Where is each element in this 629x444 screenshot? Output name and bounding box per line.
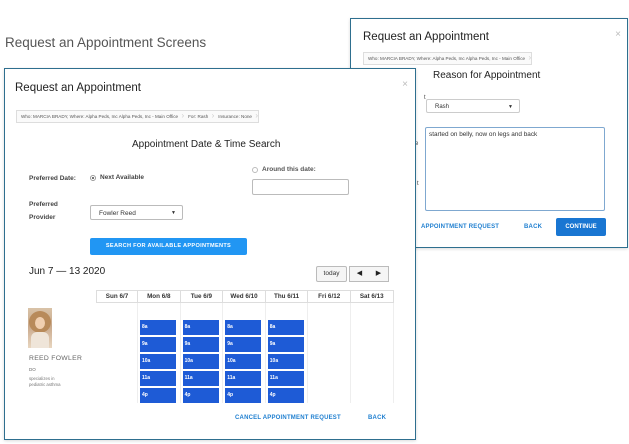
next-available-label: Next Available: [100, 174, 144, 181]
appointment-slot[interactable]: 4p: [140, 388, 176, 403]
next-week-button[interactable]: ▶: [369, 266, 389, 282]
appointment-slot[interactable]: 11a: [140, 371, 176, 386]
provider-specialty: specializes in pediatric asthma: [29, 376, 61, 387]
around-date-input[interactable]: [252, 179, 349, 195]
appointment-slot[interactable]: 11a: [182, 371, 219, 386]
appointment-slot[interactable]: 10a: [140, 354, 176, 369]
week-range: Jun 7 — 13 2020: [29, 266, 106, 277]
appointment-slot[interactable]: 4p: [182, 388, 219, 403]
provider-credential: DO: [29, 367, 36, 372]
back-button[interactable]: BACK: [524, 224, 542, 230]
date-search-modal: Request an Appointment × Who: MARCIA BRA…: [4, 68, 416, 440]
appointment-slot[interactable]: 4p: [225, 388, 262, 403]
breadcrumb: Who: MARCIA BRADY, Where: Alpha Peds, In…: [16, 110, 259, 123]
provider-avatar: [28, 308, 52, 348]
continue-button[interactable]: CONTINUE: [556, 218, 606, 236]
calendar-day-column: 8a 9a 10a 11a 4p: [223, 303, 266, 403]
provider-select[interactable]: Fowler Reed ▼: [90, 205, 183, 220]
breadcrumb-for: For: Rash: [184, 111, 214, 122]
truncated-label: t: [417, 181, 419, 187]
chevron-down-icon: ▼: [171, 210, 176, 216]
preferred-date-label: Preferred Date:: [29, 175, 76, 182]
calendar-day-header: Mon 6/8: [138, 290, 181, 303]
reason-section-title: Reason for Appointment: [433, 70, 541, 81]
around-date-radio[interactable]: Around this date:: [252, 166, 316, 173]
chevron-down-icon: ▼: [508, 104, 513, 110]
calendar-grid: Sun 6/7 Mon 6/8 Tue 6/9 Wed 6/10 Thu 6/11 Fri…: [96, 290, 394, 403]
appointment-slot[interactable]: 9a: [182, 337, 219, 352]
reason-select-value: Rash: [435, 104, 450, 110]
breadcrumb-insurance: Insurance: None: [214, 111, 258, 122]
appointment-slot[interactable]: 11a: [267, 371, 304, 386]
calendar-day-column: 8a 9a 10a 11a 4p: [138, 303, 181, 403]
date-modal-title: Request an Appointment: [15, 82, 141, 94]
appointment-slot[interactable]: 8a: [182, 320, 219, 335]
reason-select[interactable]: Rash ▼: [426, 99, 520, 113]
appointment-slot[interactable]: 9a: [225, 337, 262, 352]
cancel-appointment-request-button[interactable]: APPOINTMENT REQUEST: [421, 224, 499, 230]
calendar-day-header: Sun 6/7: [96, 290, 138, 303]
calendar-day-column: [351, 303, 394, 403]
around-date-label: Around this date:: [262, 166, 316, 173]
cancel-appointment-request-button[interactable]: CANCEL APPOINTMENT REQUEST: [235, 415, 341, 421]
date-section-title: Appointment Date & Time Search: [132, 139, 281, 150]
next-available-radio[interactable]: Next Available: [90, 174, 144, 181]
appointment-slot[interactable]: 9a: [140, 337, 176, 352]
radio-unchecked-icon: [252, 166, 258, 173]
breadcrumb-who: Who: MARCIA BRADY, Where: Alpha Peds, In…: [364, 53, 531, 64]
prev-week-button[interactable]: ◀: [349, 266, 370, 282]
today-button[interactable]: today: [316, 266, 347, 282]
appointment-slot[interactable]: 10a: [267, 354, 304, 369]
appointment-slot[interactable]: 8a: [267, 320, 304, 335]
calendar-day-column: [96, 303, 138, 403]
search-appointments-button[interactable]: SEARCH FOR AVAILABLE APPOINTMENTS: [90, 238, 247, 255]
appointment-slot[interactable]: 10a: [225, 354, 262, 369]
calendar-day-header: Thu 6/11: [265, 290, 309, 303]
preferred-provider-label: Preferred: [29, 201, 58, 208]
calendar-day-column: 8a 9a 10a 11a 4p: [181, 303, 224, 403]
appointment-slot[interactable]: 9a: [267, 337, 304, 352]
provider-name: REED FOWLER: [29, 355, 83, 362]
calendar-day-header: Wed 6/10: [223, 290, 266, 303]
page-heading: Request an Appointment Screens: [5, 35, 207, 50]
appointment-slot[interactable]: 4p: [267, 388, 304, 403]
breadcrumb-who: Who: MARCIA BRADY, Where: Alpha Peds, In…: [17, 111, 184, 122]
close-icon[interactable]: ×: [402, 79, 408, 90]
preferred-provider-label: Provider: [29, 214, 56, 221]
appointment-slot[interactable]: 8a: [140, 320, 176, 335]
calendar-day-column: 8a 9a 10a 11a 4p: [266, 303, 309, 403]
calendar-day-header: Sat 6/13: [350, 290, 394, 303]
close-icon[interactable]: ×: [615, 29, 621, 40]
reason-modal-title: Request an Appointment: [363, 31, 489, 43]
radio-checked-icon: [90, 174, 96, 181]
back-button[interactable]: BACK: [368, 415, 386, 421]
breadcrumb: Who: MARCIA BRADY, Where: Alpha Peds, In…: [363, 52, 533, 65]
appointment-slot[interactable]: 10a: [182, 354, 219, 369]
calendar-day-header: Fri 6/12: [308, 290, 351, 303]
appointment-slot[interactable]: 8a: [225, 320, 262, 335]
calendar-day-column: [308, 303, 351, 403]
appointment-slot[interactable]: 11a: [225, 371, 262, 386]
calendar-day-header: Tue 6/9: [180, 290, 224, 303]
provider-select-value: Fowler Reed: [99, 210, 136, 217]
reason-textarea[interactable]: started on belly, now on legs and back: [425, 127, 605, 211]
